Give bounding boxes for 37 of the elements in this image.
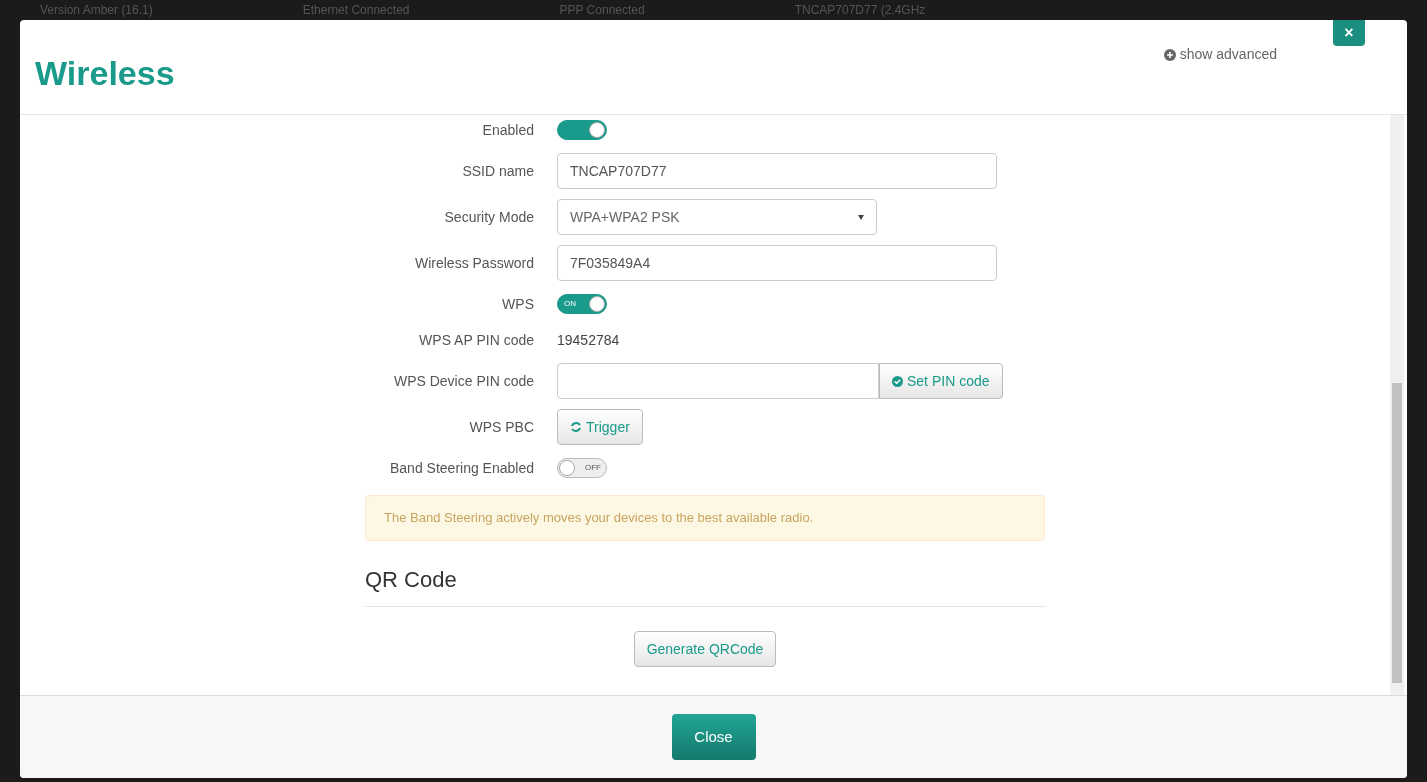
caret-icon [858,214,864,220]
notice-banner: The Band Steering actively moves your devices to the best available radio. [365,495,1045,541]
field-label: WPS AP PIN code [418,330,535,350]
scrollbar[interactable] [1390,115,1404,695]
field-label: SSID name [461,161,535,181]
pin-value: 19452784 [557,330,620,350]
field-label: Wireless Password [413,253,535,273]
generate-qrcode-button[interactable]: Generate QRCode [633,631,777,667]
toggle-switch[interactable]: OFF [557,458,607,478]
field-label: Enabled [481,120,535,140]
toggle-switch[interactable]: ON [557,294,607,314]
field-label: WPS [501,294,535,314]
text-field[interactable]: TNCAP707D77 [557,153,997,189]
text-field[interactable]: 7F035849A4 [557,245,997,281]
select-field[interactable]: WPA+WPA2 PSK [557,199,877,235]
field-label: WPS PBC [468,417,535,437]
field-label: Band Steering Enabled [389,458,535,478]
set-pin-button[interactable]: Set PIN code [879,363,1003,399]
toggle-switch[interactable] [557,120,607,140]
status-text: Ethernet Connected [302,4,410,16]
status-text: Version Amber (16.1) [40,4,153,16]
plus-circle-icon [1163,48,1176,61]
trigger-button[interactable]: Trigger [557,409,643,445]
check-circle-icon [892,375,903,387]
toggle-text: OFF [585,464,601,472]
status-text: TNCAP707D77 (2.4GHz [794,4,926,16]
field-label: WPS Device PIN code [392,371,535,391]
toggle-text: ON [564,300,576,308]
section-heading: QR Code [365,563,1045,607]
dialog-title: Wireless [35,53,175,94]
refresh-icon [570,421,582,433]
close-icon[interactable]: × [1333,20,1365,46]
field-label: Security Mode [443,207,535,227]
status-text: PPP Connected [559,4,645,16]
show-advanced-link[interactable]: show advanced [1163,44,1277,65]
pin-field[interactable] [557,363,879,399]
close-button[interactable]: Close [671,714,756,760]
